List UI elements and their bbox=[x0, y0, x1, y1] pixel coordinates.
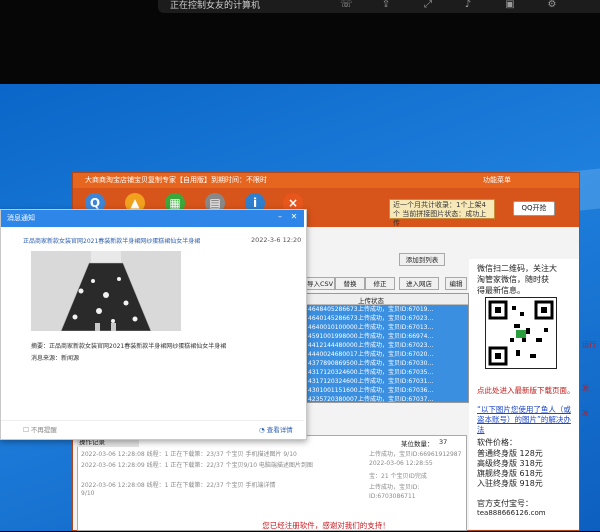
popup-header bbox=[1, 210, 304, 227]
price-header: 软件价格： bbox=[477, 438, 517, 447]
upload-line-4: 上传成功，宝贝ID: bbox=[369, 484, 420, 491]
screen-icon[interactable]: ▣ bbox=[504, 0, 516, 11]
row-id: 4235720380007 bbox=[308, 396, 358, 403]
right-edge-text-3: 发 bbox=[582, 409, 589, 417]
table-row[interactable]: 4377890869500 上传成功，宝贝ID:67030... bbox=[306, 359, 468, 368]
notice-box: 近一个月共计收录：1个上架4个 当前拼接图片状态：成功上传 bbox=[389, 199, 495, 227]
minimize-icon[interactable]: – bbox=[275, 212, 285, 222]
table-row[interactable]: 4640145286673 上传成功，宝贝ID:67023... bbox=[306, 314, 468, 323]
table-row[interactable]: 4440024680017 上传成功，宝贝ID:67020... bbox=[306, 350, 468, 359]
data-grid[interactable]: 上传状态 4648405286673 上传成功，宝贝ID:67019... 4640… bbox=[305, 293, 469, 403]
row-id: 4317120324600 bbox=[308, 369, 358, 376]
row-id: 4640145286673 bbox=[308, 315, 358, 322]
remote-title: 正在控制女友的计算机 bbox=[170, 1, 261, 11]
log-line-4: 9/10 bbox=[81, 490, 95, 497]
row-status: 上传成功，宝贝ID:67023... bbox=[358, 342, 434, 349]
product-image[interactable] bbox=[31, 251, 181, 331]
replace-button[interactable]: 替换 bbox=[335, 277, 365, 290]
volume-icon[interactable]: ♪ bbox=[462, 0, 474, 11]
row-status: 上传成功，宝贝ID:67037... bbox=[358, 396, 434, 403]
popup-title: 消息通知 bbox=[7, 214, 35, 222]
enter-shop-button[interactable]: 进入网店 bbox=[399, 277, 439, 290]
table-row[interactable]: 4235720380007 上传成功，宝贝ID:67037... bbox=[306, 395, 468, 403]
view-detail-button[interactable]: ◔ 查看详情 bbox=[259, 424, 293, 434]
app-title: 大商商淘宝店铺宝贝复制专家【自用版】到期时间：不限时 bbox=[85, 176, 267, 184]
row-status: 上传成功，宝贝ID:67031... bbox=[358, 378, 434, 385]
upload-line-3: 宝：21 个宝贝ID完成 bbox=[369, 473, 427, 480]
price-4: 入驻终身版 918元 bbox=[477, 479, 543, 488]
log-line-3: 2022-03-06 12:28:08 线程：1 正在下载第：22/37 个宝贝… bbox=[81, 482, 276, 489]
row-status: 上传成功，宝贝ID:67013... bbox=[358, 324, 434, 331]
upload-line-1: 上传成功，宝贝ID:66961912987 bbox=[369, 451, 462, 458]
news-title-link[interactable]: 正品商家新款女装官网2021春装新款半身裙网纱蛋糕裙仙女半身裙 bbox=[23, 236, 200, 245]
count-value: 37 bbox=[439, 438, 448, 446]
row-status: 上传成功，宝贝ID:67020... bbox=[358, 351, 434, 358]
column-header-status: 上传状态 bbox=[358, 297, 384, 305]
news-date: 2022-3-6 12:20 bbox=[251, 236, 302, 244]
row-id: 4591001998000 bbox=[308, 333, 358, 340]
no-remind-label: 不再提醒 bbox=[30, 426, 57, 434]
share-icon[interactable]: ⇪ bbox=[380, 0, 392, 11]
checkbox-icon: ☐ bbox=[23, 426, 31, 434]
row-status: 上传成功，宝贝ID:67036... bbox=[358, 387, 434, 394]
table-row[interactable]: 4591001998000 上传成功，宝贝ID:66974... bbox=[306, 332, 468, 341]
qq-button[interactable]: QQ开抢 bbox=[513, 201, 555, 216]
row-status: 上传成功，宝贝ID:67035... bbox=[358, 369, 434, 376]
add-to-list-button[interactable]: 添加到列表 bbox=[399, 253, 445, 266]
row-id: 4648405286673 bbox=[308, 306, 358, 313]
news-source: 消息来源：新闻源 bbox=[31, 355, 80, 362]
fix-button[interactable]: 修正 bbox=[365, 277, 395, 290]
count-label: 某位数量： bbox=[401, 440, 434, 448]
no-remind-checkbox[interactable]: ☐ 不再提醒 bbox=[23, 424, 57, 434]
view-detail-label: 查看详情 bbox=[266, 426, 293, 434]
row-id: 4377890869500 bbox=[308, 360, 358, 367]
side-text-2: 淘管家微信，随时获 bbox=[477, 275, 549, 284]
function-menu[interactable]: 功能菜单 bbox=[483, 175, 511, 185]
row-status: 上传成功，宝贝ID:66974... bbox=[358, 333, 434, 340]
table-row[interactable]: 4317120324600 上传成功，宝贝ID:67031... bbox=[306, 377, 468, 386]
table-row[interactable]: 4301001151600 上传成功，宝贝ID:67036... bbox=[306, 386, 468, 395]
row-id: 4640010100000 bbox=[308, 324, 358, 331]
row-status: 上传成功，宝贝ID:67019... bbox=[358, 306, 434, 313]
news-summary: 摘要：正品商家新款女装官网2021春装新款半身裙网纱蛋糕裙仙女半身裙 bbox=[31, 343, 227, 350]
table-row[interactable]: 4412144480000 上传成功，宝贝ID:67023... bbox=[306, 341, 468, 350]
download-link[interactable]: 点此处进入最新版下载页面。 bbox=[477, 385, 575, 396]
row-id: 4440024680017 bbox=[308, 351, 358, 358]
table-row[interactable]: 4317120324600 上传成功，宝贝ID:67035... bbox=[306, 368, 468, 377]
row-status: 上传成功，宝贝ID:67023... bbox=[358, 315, 434, 322]
row-id: 4317120324600 bbox=[308, 378, 358, 385]
settings-icon[interactable]: ⚙ bbox=[546, 0, 558, 11]
log-line-1: 2022-03-06 12:28:08 线程：1 正在下载第：23/37 个宝贝… bbox=[81, 451, 297, 458]
row-id: 4301001151600 bbox=[308, 387, 358, 394]
status-bar: 您已经注册软件，感谢对我们的支持！ bbox=[262, 521, 390, 530]
pay-account: tea888666126.com bbox=[477, 509, 546, 517]
upload-line-5: ID:6703086711 bbox=[369, 493, 416, 500]
expand-icon[interactable]: ⤢ bbox=[422, 0, 434, 11]
side-text-1: 微信扫二维码，关注大 bbox=[477, 264, 557, 273]
qr-code-image bbox=[485, 297, 557, 369]
table-row[interactable]: 4640010100000 上传成功，宝贝ID:67013... bbox=[306, 323, 468, 332]
close-icon[interactable]: ✕ bbox=[289, 212, 299, 222]
upload-line-2: 2022-03-06 12:28:55 bbox=[369, 460, 433, 467]
right-edge-text-2: 发 bbox=[582, 384, 589, 392]
pay-label: 官方支付宝号： bbox=[477, 499, 533, 508]
skirt-illustration bbox=[31, 251, 181, 331]
notification-popup: 消息通知 – ✕ 正品商家新款女装官网2021春装新款半身裙网纱蛋糕裙仙女半身裙… bbox=[0, 209, 307, 440]
side-text-3: 得最新信息。 bbox=[477, 286, 525, 295]
row-id: 4412144480000 bbox=[308, 342, 358, 349]
row-status: 上传成功，宝贝ID:67030... bbox=[358, 360, 434, 367]
grid-header: 上传状态 bbox=[306, 294, 468, 305]
detail-icon: ◔ bbox=[259, 426, 267, 434]
table-row[interactable]: 4648405286673 上传成功，宝贝ID:67019... bbox=[306, 305, 468, 314]
qr-code-pattern bbox=[488, 300, 554, 366]
import-csv-button[interactable]: 导入CSV bbox=[305, 277, 335, 290]
image-fix-link[interactable]: “以下图片您使用了鱼人（或盗本账号）的图片”的解决办法 bbox=[477, 405, 573, 435]
log-line-2: 2022-03-06 12:28:09 线程：1 正在下载第：22/37 个宝贝… bbox=[81, 462, 313, 469]
right-edge-text-1: 运行 bbox=[582, 341, 596, 349]
edit-button[interactable]: 编辑 bbox=[445, 277, 467, 290]
phone-icon[interactable]: ☏ bbox=[340, 0, 353, 11]
